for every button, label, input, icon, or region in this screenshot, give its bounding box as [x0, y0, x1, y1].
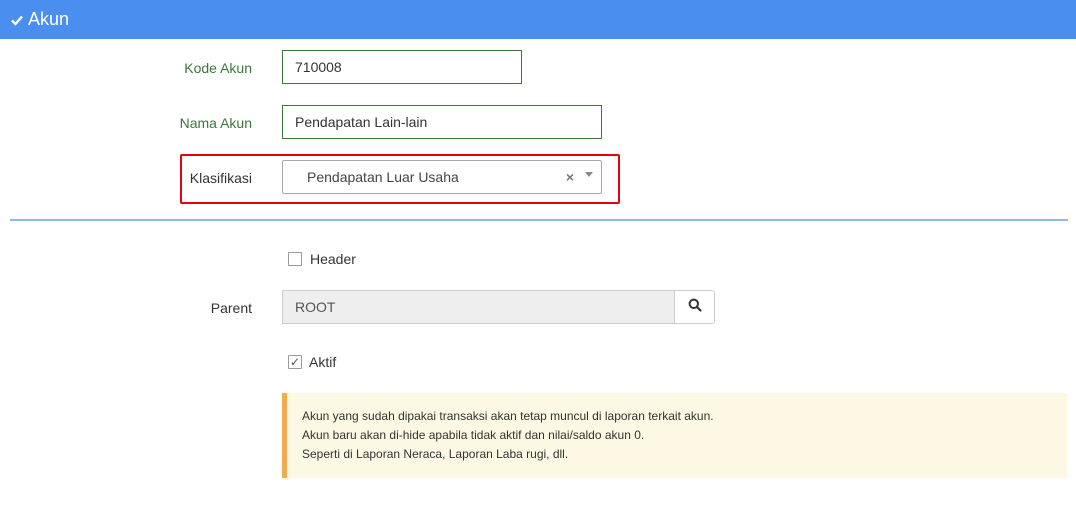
panel-header: Akun: [0, 0, 1076, 39]
nama-akun-label: Nama Akun: [179, 115, 252, 131]
clear-icon[interactable]: ×: [566, 169, 574, 185]
header-checkbox[interactable]: [288, 252, 302, 266]
kode-akun-input[interactable]: 710008: [282, 50, 522, 84]
aktif-checkbox[interactable]: ✓: [288, 355, 302, 369]
section-divider: [10, 219, 1068, 221]
note-line: Akun baru akan di-hide apabila tidak akt…: [302, 428, 645, 442]
parent-search-button[interactable]: [674, 290, 715, 324]
aktif-checkbox-label: Aktif: [309, 354, 337, 370]
nama-akun-input[interactable]: Pendapatan Lain-lain: [282, 105, 602, 139]
klasifikasi-select[interactable]: Pendapatan Luar Usaha ×: [282, 160, 602, 194]
search-icon: [688, 298, 702, 317]
parent-value: ROOT: [295, 299, 336, 315]
note-line: Akun yang sudah dipakai transaksi akan t…: [302, 409, 714, 423]
kode-akun-value: 710008: [295, 59, 342, 75]
note-line: Seperti di Laporan Neraca, Laporan Laba …: [302, 447, 569, 461]
kode-akun-label: Kode Akun: [184, 60, 252, 76]
info-note: Akun yang sudah dipakai transaksi akan t…: [282, 393, 1067, 478]
klasifikasi-label: Klasifikasi: [189, 170, 252, 186]
chevron-down-icon[interactable]: [585, 172, 593, 177]
header-checkbox-label: Header: [310, 251, 356, 267]
panel-title: Akun: [28, 9, 70, 29]
nama-akun-value: Pendapatan Lain-lain: [295, 114, 428, 130]
parent-label: Parent: [210, 300, 252, 316]
check-icon: [10, 13, 24, 27]
checkmark-icon: ✓: [290, 355, 301, 369]
parent-input[interactable]: ROOT: [282, 290, 675, 324]
klasifikasi-value: Pendapatan Luar Usaha: [307, 169, 459, 185]
